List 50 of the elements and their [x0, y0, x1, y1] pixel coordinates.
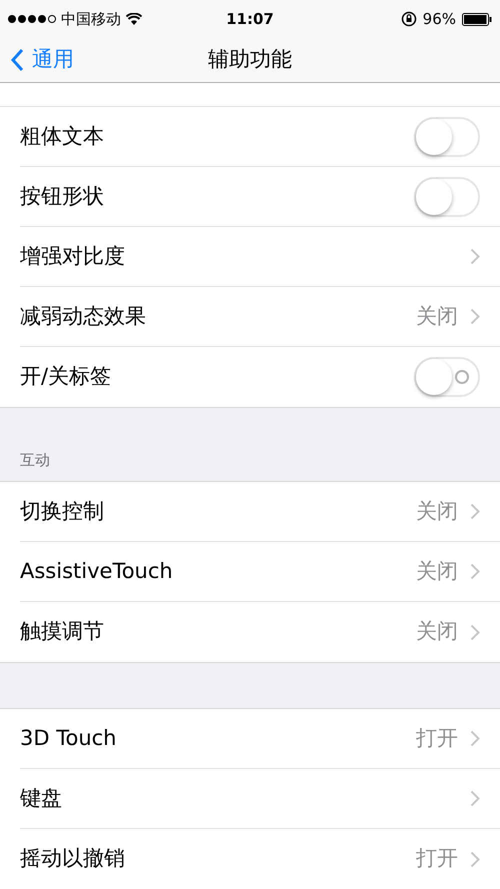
chevron-icon [470, 503, 480, 520]
settings-row[interactable]: 粗体文本 [0, 107, 500, 167]
row-value: 关闭 [416, 618, 458, 646]
toggle-switch[interactable] [414, 116, 480, 156]
settings-row[interactable]: 减弱动态效果 关闭 [0, 287, 500, 347]
row-value: 关闭 [416, 302, 458, 330]
clock-time: 11:07 [226, 9, 274, 30]
row-label: 摇动以撤销 [20, 845, 126, 872]
row-label: 3D Touch [20, 724, 118, 752]
back-chevron-icon [10, 48, 24, 72]
row-label: 键盘 [20, 784, 63, 812]
chevron-icon [470, 790, 480, 807]
settings-row[interactable]: 切换控制 关闭 [0, 482, 500, 542]
toggle-switch[interactable] [414, 357, 480, 397]
signal-icon [8, 15, 56, 24]
back-button[interactable]: 通用 [0, 44, 74, 76]
settings-row[interactable]: 摇动以撤销 打开 [0, 829, 500, 889]
chevron-icon [470, 563, 480, 580]
rotation-lock-icon [400, 11, 417, 28]
settings-row[interactable]: 触摸调节 关闭 [0, 602, 500, 662]
chevron-icon [470, 730, 480, 747]
wifi-icon [126, 13, 142, 26]
row-value: 打开 [416, 724, 458, 752]
row-value: 打开 [416, 845, 458, 872]
chevron-icon [470, 308, 480, 325]
settings-row[interactable]: 增强对比度 [0, 227, 500, 287]
row-label: 按钮形状 [20, 182, 105, 210]
battery-percent: 96% [422, 9, 456, 30]
settings-row[interactable]: 开/关标签 [0, 347, 500, 407]
toggle-switch[interactable] [414, 176, 480, 216]
row-label: 开/关标签 [20, 363, 112, 390]
carrier-name: 中国移动 [61, 9, 121, 30]
row-label: 增强对比度 [20, 242, 126, 270]
settings-row[interactable]: 键盘 [0, 769, 500, 829]
settings-row[interactable]: 按钮形状 [0, 167, 500, 227]
section-header: 互动 [20, 450, 50, 470]
page-title: 辅助功能 [208, 46, 292, 74]
row-value: 关闭 [416, 558, 458, 585]
chevron-icon [470, 850, 480, 868]
row-label: AssistiveTouch [20, 558, 174, 585]
row-label: 减弱动态效果 [20, 302, 147, 330]
chevron-icon [470, 624, 480, 640]
row-value: 关闭 [416, 498, 458, 525]
row-label: 粗体文本 [20, 122, 105, 150]
chevron-icon [470, 248, 480, 265]
battery-icon [462, 12, 492, 26]
settings-row[interactable]: AssistiveTouch 关闭 [0, 542, 500, 602]
settings-row[interactable]: 3D Touch 打开 [0, 709, 500, 769]
row-label: 触摸调节 [20, 618, 105, 646]
row-label: 切换控制 [20, 498, 105, 525]
